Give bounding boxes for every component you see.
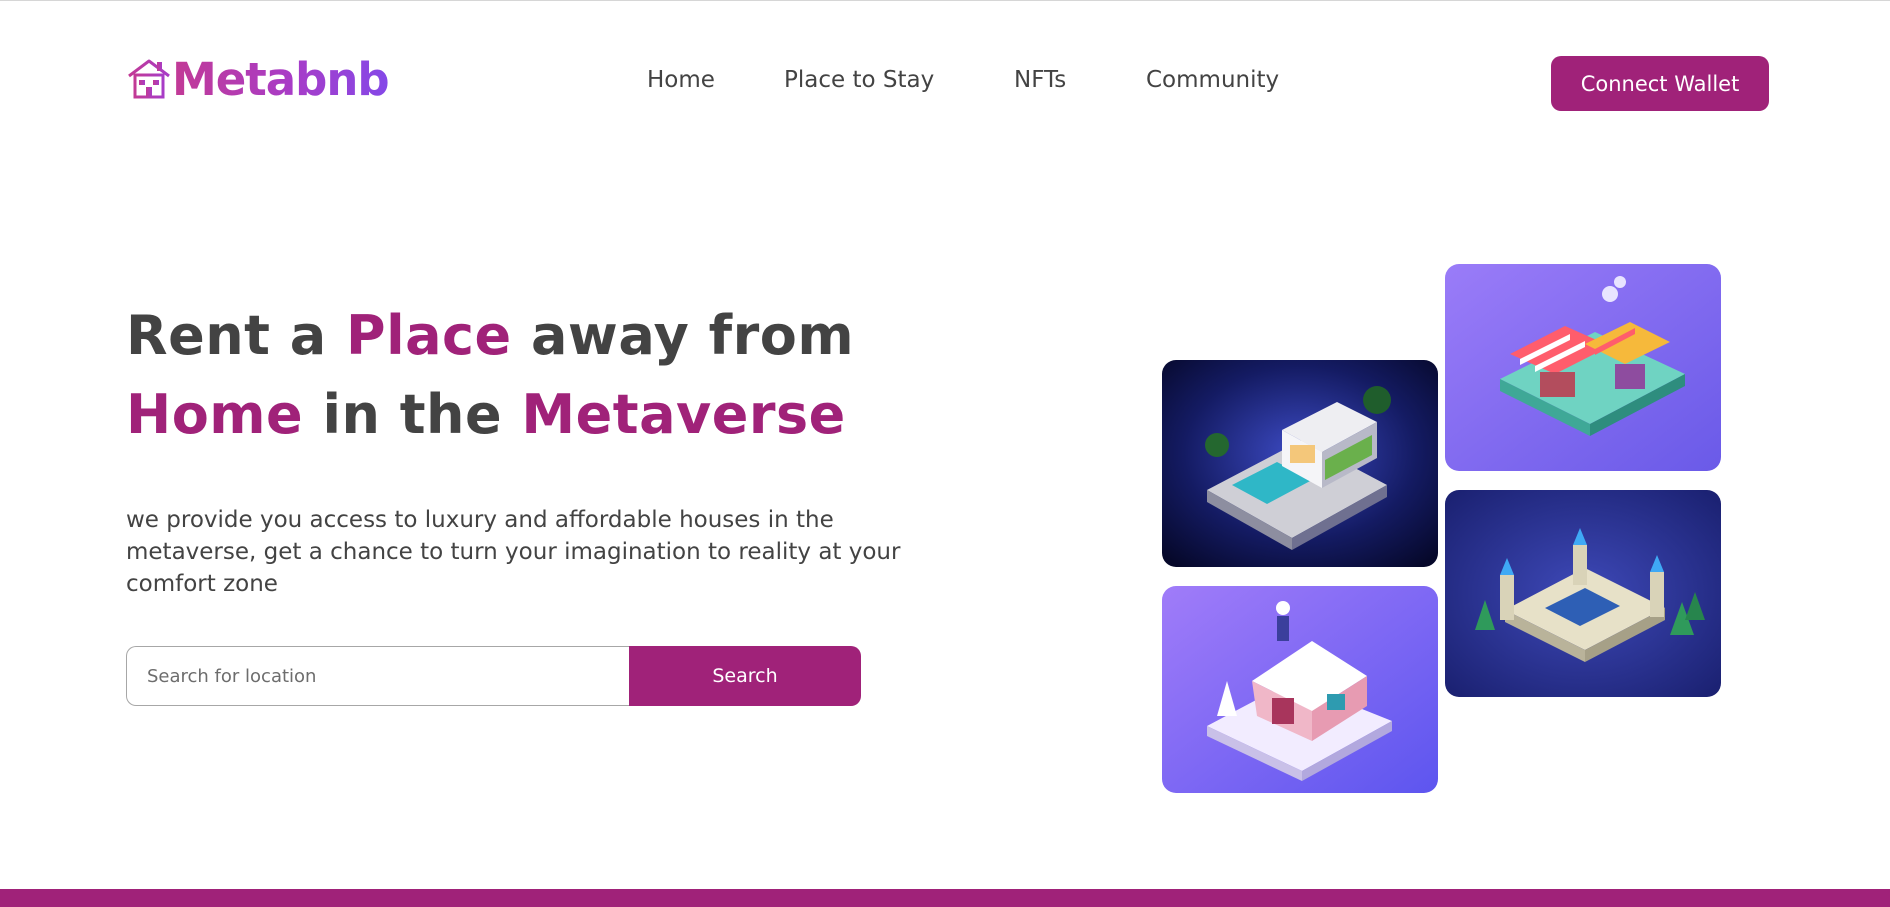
brand-name: Metabnb xyxy=(172,52,390,106)
brand-logo[interactable]: Metabnb xyxy=(126,52,390,106)
market-stall-image xyxy=(1445,264,1721,471)
top-border xyxy=(0,0,1890,1)
modern-villa-image xyxy=(1162,360,1438,567)
nav-item-nfts[interactable]: NFTs xyxy=(1014,67,1066,93)
castle-image xyxy=(1445,490,1721,697)
hero-description: we provide you access to luxury and affo… xyxy=(126,507,901,597)
nav-item-place-to-stay[interactable]: Place to Stay xyxy=(784,67,934,93)
location-search: Search xyxy=(126,646,861,706)
nav-item-community[interactable]: Community xyxy=(1146,67,1279,93)
connect-wallet-button[interactable]: Connect Wallet xyxy=(1551,56,1769,111)
snow-cottage-image xyxy=(1162,586,1438,793)
house-icon xyxy=(126,56,172,102)
search-button[interactable]: Search xyxy=(629,646,861,706)
headline-accent-home: Home xyxy=(126,383,304,446)
headline-accent-metaverse: Metaverse xyxy=(521,383,846,446)
headline-text: in the xyxy=(303,383,522,446)
nav-item-home[interactable]: Home xyxy=(647,67,715,93)
search-input[interactable] xyxy=(126,646,629,706)
headline-text: away from xyxy=(511,304,855,367)
headline-accent-place: Place xyxy=(346,304,512,367)
headline-line-2: Home in the Metaverse xyxy=(126,383,846,446)
headline-line-1: Rent a Place away from xyxy=(126,304,854,367)
hero-headline: Rent a Place away from Home in the Metav… xyxy=(126,296,946,454)
headline-text: Rent a xyxy=(126,304,347,367)
footer-band xyxy=(0,889,1890,907)
